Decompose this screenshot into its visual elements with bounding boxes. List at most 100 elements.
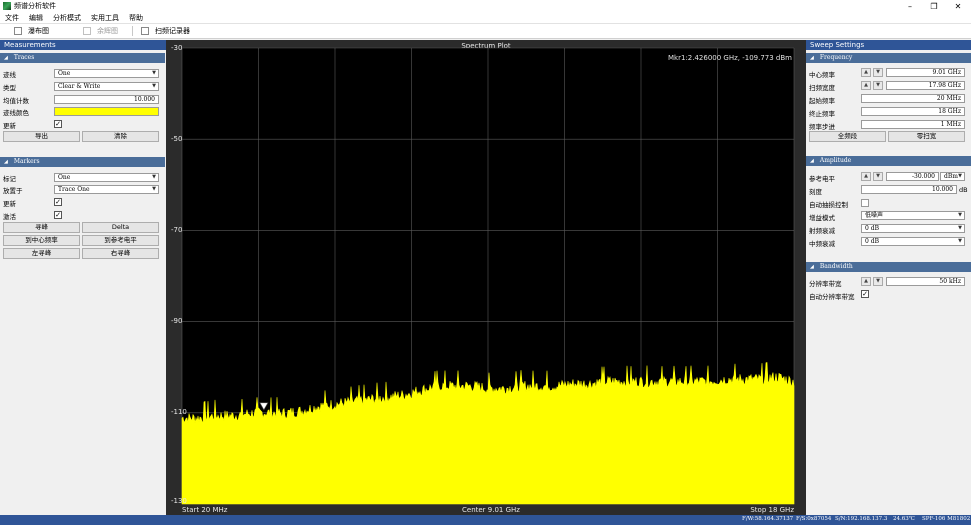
center-freq-input[interactable]: 9.01 GHz	[886, 68, 965, 77]
y-tick-label: -110	[171, 408, 187, 416]
window-title: 频谱分析软件	[14, 2, 56, 10]
title-bar: 频谱分析软件 – ❐ ✕	[0, 0, 971, 12]
if-atten-label: 中频衰减	[809, 240, 835, 248]
trace-type-select[interactable]: Clear & Write ▼	[54, 82, 159, 91]
start-freq-label: 起始频率	[809, 97, 835, 105]
zero-span-button[interactable]: 零扫宽	[888, 131, 965, 142]
traces-section-header[interactable]: ◢ Traces	[0, 53, 165, 63]
restore-button[interactable]: ❐	[922, 0, 946, 12]
scale-unit-label: dB	[959, 186, 968, 194]
peak-right-button[interactable]: 右寻峰	[82, 248, 159, 259]
scale-label: 刻度	[809, 188, 822, 196]
toolbar: 瀑布图 余辉图 扫频记录器	[0, 24, 971, 39]
avg-count-input[interactable]: 10.000	[54, 95, 159, 104]
sweep-recorder-checkbox[interactable]	[141, 27, 149, 35]
rbw-down-button[interactable]: ▼	[873, 277, 883, 286]
peak-left-button[interactable]: 左寻峰	[3, 248, 80, 259]
place-on-label: 放置于	[3, 187, 23, 195]
marker-active-label: 激活	[3, 213, 16, 221]
trace-select[interactable]: One ▼	[54, 69, 159, 78]
persistence-checkbox[interactable]	[83, 27, 91, 35]
rbw-label: 分辨率带宽	[809, 280, 842, 288]
waterfall-toggle[interactable]: 瀑布图	[14, 26, 49, 36]
toolbar-separator	[132, 26, 133, 36]
trace-color-swatch[interactable]	[54, 107, 159, 116]
rbw-input[interactable]: 50 kHz	[886, 277, 965, 286]
device-model: SPF-106 M81802	[922, 516, 971, 522]
menu-file[interactable]: 文件	[5, 13, 19, 23]
span-input[interactable]: 17.98 GHz	[886, 81, 965, 90]
place-on-select[interactable]: Trace One ▼	[54, 185, 159, 194]
marker-update-checkbox[interactable]: ✓	[54, 198, 62, 206]
menu-help[interactable]: 帮助	[129, 13, 143, 23]
trace-label: 迹线	[3, 71, 16, 79]
menu-edit[interactable]: 编辑	[29, 13, 43, 23]
spectrum-plot[interactable]: Spectrum Plot Mkr1:2.426000 GHz, -109.77…	[166, 40, 806, 515]
amplitude-section-header[interactable]: ◢ Amplitude	[806, 156, 971, 166]
markers-header-label: Markers	[13, 158, 40, 165]
x-start-label: Start 20 MHz	[182, 506, 228, 514]
marker-select-value: One	[58, 174, 71, 181]
freq-step-input[interactable]: 1 MHz	[861, 120, 965, 129]
menu-analysis-mode[interactable]: 分析模式	[53, 13, 81, 23]
stop-freq-input[interactable]: 18 GHz	[861, 107, 965, 116]
start-freq-input[interactable]: 20 MHz	[861, 94, 965, 103]
auto-rbw-checkbox[interactable]: ✓	[861, 290, 869, 298]
measurements-panel: Measurements ◢ Traces 迹线 One ▼ 类型 Clear …	[0, 40, 166, 515]
clear-button[interactable]: 清除	[82, 131, 159, 142]
center-freq-label: 中心频率	[809, 71, 835, 79]
ref-level-input[interactable]: -30.000	[886, 172, 939, 181]
type-label: 类型	[3, 84, 16, 92]
ref-level-down-button[interactable]: ▼	[873, 172, 883, 181]
delta-button[interactable]: Delta	[82, 222, 159, 233]
collapse-triangle-icon: ◢	[810, 264, 814, 270]
export-button[interactable]: 导出	[3, 131, 80, 142]
marker-select[interactable]: One ▼	[54, 173, 159, 182]
bandwidth-section-header[interactable]: ◢ Bandwidth	[806, 262, 971, 272]
center-freq-up-button[interactable]: ▲	[861, 68, 871, 77]
serial-number: S/N:192.168.137.3	[835, 516, 888, 522]
freq-step-label: 频率步进	[809, 123, 835, 131]
marker-to-ref-button[interactable]: 到参考电平	[82, 235, 159, 246]
chevron-down-icon: ▼	[152, 70, 156, 76]
temperature-readout: 24.63℃	[893, 516, 915, 522]
frequency-header-label: Frequency	[819, 54, 853, 61]
waterfall-checkbox[interactable]	[14, 27, 22, 35]
minimize-button[interactable]: –	[898, 0, 922, 12]
peak-search-button[interactable]: 寻峰	[3, 222, 80, 233]
if-atten-select[interactable]: 0 dB ▼	[861, 237, 965, 246]
sweep-recorder-toggle[interactable]: 扫频记录器	[141, 26, 190, 36]
marker-update-label: 更新	[3, 200, 16, 208]
span-down-button[interactable]: ▼	[873, 81, 883, 90]
spectrum-canvas[interactable]	[166, 40, 806, 515]
ref-level-up-button[interactable]: ▲	[861, 172, 871, 181]
menu-bar: 文件 编辑 分析模式 实用工具 帮助	[0, 12, 971, 24]
close-button[interactable]: ✕	[946, 0, 970, 12]
trace-update-label: 更新	[3, 122, 16, 130]
gain-mode-label: 增益模式	[809, 214, 835, 222]
ref-unit-select[interactable]: dBm ▼	[940, 172, 965, 181]
marker-active-checkbox[interactable]: ✓	[54, 211, 62, 219]
ref-level-label: 参考电平	[809, 175, 835, 183]
full-span-button[interactable]: 全频段	[809, 131, 886, 142]
rbw-up-button[interactable]: ▲	[861, 277, 871, 286]
measurements-title: Measurements	[0, 40, 166, 50]
rf-atten-select[interactable]: 0 dB ▼	[861, 224, 965, 233]
y-tick-label: -50	[171, 135, 183, 143]
frequency-section-header[interactable]: ◢ Frequency	[806, 53, 971, 63]
markers-section-header[interactable]: ◢ Markers	[0, 157, 165, 167]
marker-to-center-button[interactable]: 到中心频率	[3, 235, 80, 246]
span-up-button[interactable]: ▲	[861, 81, 871, 90]
ref-unit-value: dBm	[944, 173, 958, 180]
menu-utilities[interactable]: 实用工具	[91, 13, 119, 23]
scale-input[interactable]: 10.000	[861, 185, 957, 194]
center-freq-down-button[interactable]: ▼	[873, 68, 883, 77]
trace-color-label: 迹线颜色	[3, 109, 29, 117]
auto-atten-checkbox[interactable]	[861, 199, 869, 207]
persistence-toggle[interactable]: 余辉图	[83, 26, 118, 36]
persistence-label: 余辉图	[97, 27, 118, 35]
chevron-down-icon: ▼	[152, 83, 156, 89]
gain-mode-select[interactable]: 低噪声 ▼	[861, 211, 965, 220]
span-label: 扫频宽度	[809, 84, 835, 92]
trace-update-checkbox[interactable]: ✓	[54, 120, 62, 128]
